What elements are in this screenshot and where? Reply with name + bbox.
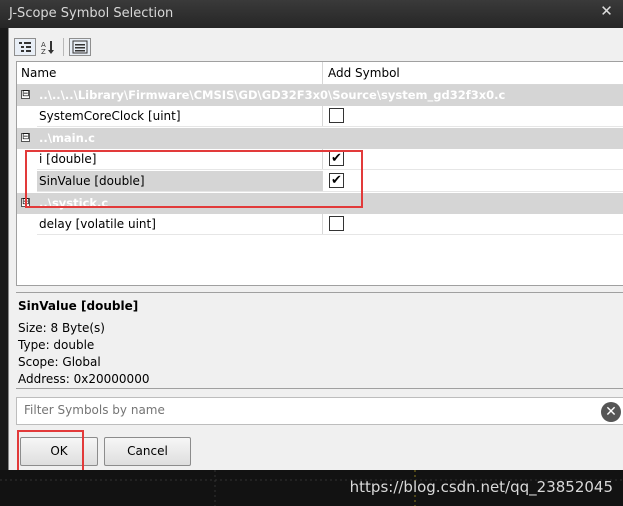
grid-header: Name Add Symbol	[17, 62, 623, 85]
details-view-button[interactable]	[69, 38, 91, 56]
collapse-icon[interactable]: ⊟	[21, 90, 30, 99]
add-symbol-checkbox[interactable]	[329, 216, 344, 231]
group-row[interactable]: ⊟ ..\main.c	[17, 128, 623, 149]
column-header-add-symbol[interactable]: Add Symbol	[328, 66, 400, 80]
symbol-name: SystemCoreClock [uint]	[39, 109, 181, 123]
cancel-button[interactable]: Cancel	[104, 437, 191, 466]
window-title: J-Scope Symbol Selection	[9, 6, 174, 21]
group-label: ..\main.c	[39, 131, 95, 145]
add-symbol-checkbox[interactable]	[329, 108, 344, 123]
details-title: SinValue [double]	[18, 299, 139, 313]
group-label: ..\..\..\Library\Firmware\CMSIS\GD\GD32F…	[39, 88, 506, 102]
title-bar[interactable]: J-Scope Symbol Selection ✕	[0, 0, 623, 28]
filter-input[interactable]	[19, 400, 604, 420]
symbol-selection-dialog: A Z Name Add Symbol ⊟ ..\..\..\Library\F…	[8, 28, 623, 470]
symbol-row[interactable]: delay [volatile uint]	[17, 214, 623, 235]
details-address: Address: 0x20000000	[18, 372, 150, 386]
details-size: Size: 8 Byte(s)	[18, 321, 105, 335]
symbol-details-panel: SinValue [double] Size: 8 Byte(s) Type: …	[16, 292, 623, 389]
symbol-row[interactable]: SystemCoreClock [uint]	[17, 106, 623, 127]
clear-icon[interactable]: ✕	[601, 402, 621, 422]
column-header-name[interactable]: Name	[21, 66, 56, 80]
details-view-icon	[72, 40, 88, 54]
collapse-icon[interactable]: ⊟	[21, 133, 30, 142]
close-icon[interactable]: ✕	[590, 1, 623, 22]
group-row[interactable]: ⊟ ..\..\..\Library\Firmware\CMSIS\GD\GD3…	[17, 85, 623, 106]
svg-text:Z: Z	[41, 48, 46, 55]
details-type: Type: double	[18, 338, 95, 352]
tree-view-button[interactable]	[14, 38, 36, 56]
highlight-box-main-symbols	[25, 150, 363, 208]
background-plot-area: https://blog.csdn.net/qq_23852045	[0, 470, 623, 506]
tree-view-icon	[19, 42, 31, 52]
highlight-box-ok	[17, 430, 84, 475]
sort-az-button[interactable]: A Z	[38, 38, 59, 56]
sort-az-icon: A Z	[41, 41, 54, 56]
symbol-name: delay [volatile uint]	[39, 217, 156, 231]
filter-box: ✕	[16, 397, 623, 425]
watermark-text: https://blog.csdn.net/qq_23852045	[349, 478, 613, 496]
toolbar-separator	[63, 38, 64, 56]
details-scope: Scope: Global	[18, 355, 101, 369]
